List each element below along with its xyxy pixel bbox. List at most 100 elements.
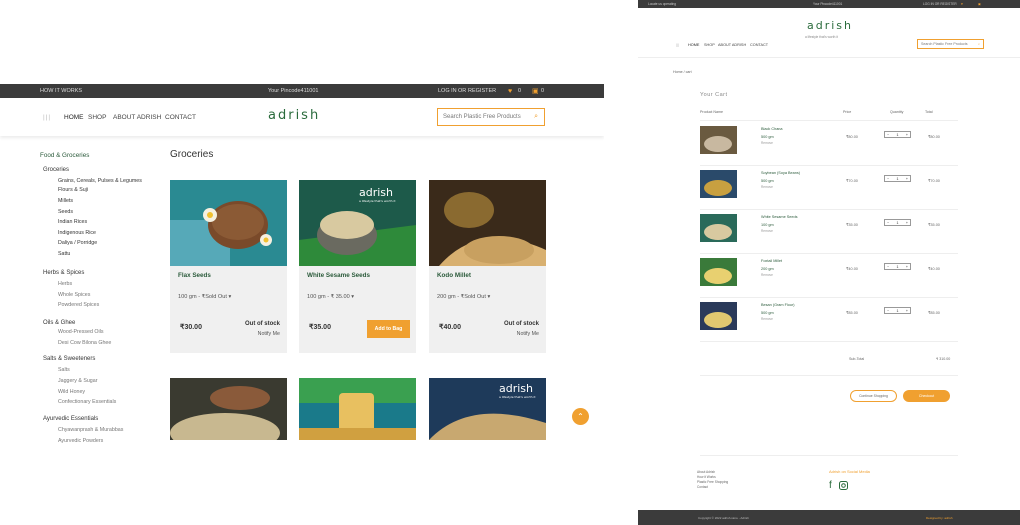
flax-seeds-image[interactable] (170, 180, 287, 266)
quantity-value[interactable]: 1 (897, 265, 899, 269)
menu-icon[interactable]: ||| (676, 43, 679, 47)
nav-shop[interactable]: SHOP (704, 43, 715, 47)
minus-icon[interactable]: − (887, 133, 889, 137)
sidebar-item[interactable]: Oils & Ghee (43, 320, 75, 326)
search-input[interactable]: Search Plastic Free Products ⌕ (437, 108, 545, 126)
notify-me-link[interactable]: Notify Me (517, 331, 539, 337)
remove-link[interactable]: Remove (761, 229, 773, 233)
search-icon[interactable]: ⌕ (978, 42, 980, 46)
nav-contact[interactable]: CONTACT (165, 114, 196, 121)
white-sesame-image[interactable]: adrish a lifestyle that's worth it (299, 180, 416, 266)
cart-product-name[interactable]: White Sesame Seeds (761, 215, 798, 220)
quantity-value[interactable]: 1 (897, 309, 899, 313)
sidebar-item[interactable]: Millets (58, 198, 73, 204)
scroll-to-top-button[interactable]: ⌃ (572, 408, 589, 425)
quantity-stepper[interactable]: − 1 + (884, 219, 911, 226)
heart-icon[interactable]: ♥ (508, 88, 512, 95)
bag-icon[interactable]: ▣ (978, 2, 981, 6)
sidebar-item[interactable]: Indigenous Rice (58, 230, 96, 236)
sidebar-item[interactable]: Indian Rices (58, 219, 87, 225)
search-icon[interactable]: ⌕ (534, 113, 538, 121)
plus-icon[interactable]: + (906, 133, 908, 137)
sidebar-item[interactable]: Desi Cow Bilona Ghee (58, 340, 111, 346)
sidebar-item[interactable]: Daliya / Porridge (58, 240, 97, 246)
sidebar-item[interactable]: Wild Honey (58, 389, 85, 395)
login-register-link[interactable]: LOG IN OR REGISTER (923, 2, 957, 6)
sidebar-item[interactable]: Jaggery & Sugar (58, 378, 97, 384)
product-image[interactable]: adrish a lifestyle that's worth it (429, 378, 546, 440)
plus-icon[interactable]: + (906, 177, 908, 181)
continue-shopping-button[interactable]: Continue Shopping (850, 390, 897, 402)
product-name[interactable]: Kodo Millet (437, 272, 471, 279)
quantity-stepper[interactable]: − 1 + (884, 175, 911, 182)
breadcrumb[interactable]: Home / cart (673, 70, 692, 74)
remove-link[interactable]: Remove (761, 273, 773, 277)
sidebar-item[interactable]: Salts (58, 367, 70, 373)
product-thumbnail[interactable] (700, 170, 737, 198)
sidebar-item[interactable]: Flours & Suji (58, 187, 88, 193)
sidebar-item[interactable]: Wood-Pressed Oils (58, 329, 104, 335)
remove-link[interactable]: Remove (761, 317, 773, 321)
variant-select[interactable]: 100 gm - ₹Sold Out ▾ (178, 294, 231, 300)
minus-icon[interactable]: − (887, 177, 889, 181)
sidebar-item[interactable]: Confectionary Essentials (58, 399, 116, 405)
sidebar-item[interactable]: Herbs & Spices (43, 270, 84, 276)
product-card[interactable]: adrish a lifestyle that's worth it White… (299, 180, 416, 353)
heart-icon[interactable]: ♥ (961, 2, 963, 6)
notify-me-link[interactable]: Notify Me (258, 331, 280, 337)
menu-icon[interactable]: ||| (43, 114, 51, 121)
quantity-value[interactable]: 1 (897, 221, 899, 225)
register-link[interactable]: REGISTER (468, 88, 496, 94)
sidebar-item[interactable]: Powdered Spices (58, 302, 99, 308)
product-image[interactable] (170, 378, 287, 440)
locate-text[interactable]: Locate us operating (648, 2, 676, 6)
product-thumbnail[interactable] (700, 126, 737, 154)
product-thumbnail[interactable] (700, 302, 737, 330)
nav-about[interactable]: ABOUT ADRISH (113, 114, 161, 121)
quantity-value[interactable]: 1 (897, 177, 899, 181)
search-input[interactable]: Search Plastic Free Products ⌕ (917, 39, 984, 49)
site-logo[interactable]: adrish (268, 108, 320, 123)
sidebar-item[interactable]: Whole Spices (58, 292, 90, 298)
quantity-value[interactable]: 1 (897, 133, 899, 137)
checkout-button[interactable]: Checkout (903, 390, 950, 402)
product-card[interactable]: Kodo Millet 200 gm - ₹Sold Out ▾ ₹40.00 … (429, 180, 546, 353)
product-card[interactable]: Flax Seeds 100 gm - ₹Sold Out ▾ ₹30.00 O… (170, 180, 287, 353)
footer-link[interactable]: Contact (697, 485, 728, 490)
variant-select[interactable]: 200 gm - ₹Sold Out ▾ (437, 294, 490, 300)
variant-select[interactable]: 100 gm - ₹ 35.00 ▾ (307, 294, 354, 300)
product-name[interactable]: White Sesame Seeds (307, 272, 370, 279)
product-thumbnail[interactable] (700, 258, 737, 286)
nav-home[interactable]: HOME (64, 114, 84, 121)
sidebar-item[interactable]: Groceries (43, 167, 69, 173)
nav-shop[interactable]: SHOP (88, 114, 106, 121)
kodo-millet-image[interactable] (429, 180, 546, 266)
facebook-icon[interactable]: f (829, 480, 832, 491)
quantity-stepper[interactable]: − 1 + (884, 131, 911, 138)
sidebar-root[interactable]: Food & Groceries (40, 152, 89, 159)
add-to-bag-button[interactable]: Add to Bag (367, 320, 410, 338)
cart-product-name[interactable]: Foxtail Millet (761, 259, 782, 264)
quantity-stepper[interactable]: − 1 + (884, 307, 911, 314)
plus-icon[interactable]: + (906, 309, 908, 313)
product-name[interactable]: Flax Seeds (178, 272, 211, 279)
sidebar-item[interactable]: Sattu (58, 251, 70, 257)
bag-icon[interactable]: ▣ (532, 87, 539, 95)
remove-link[interactable]: Remove (761, 185, 773, 189)
how-it-works-link[interactable]: HOW IT WORKS (40, 88, 82, 94)
minus-icon[interactable]: − (887, 265, 889, 269)
instagram-icon[interactable] (839, 481, 848, 490)
cart-product-name[interactable]: Black Chana (761, 127, 783, 132)
nav-home[interactable]: HOME (688, 43, 699, 47)
site-logo[interactable]: adrish (807, 19, 853, 32)
nav-about[interactable]: ABOUT ADRISH (718, 43, 746, 47)
quantity-stepper[interactable]: − 1 + (884, 263, 911, 270)
minus-icon[interactable]: − (887, 309, 889, 313)
credit-text[interactable]: Designed by: adrish (926, 516, 953, 520)
minus-icon[interactable]: − (887, 221, 889, 225)
cart-product-name[interactable]: Besan (Gram Flour) (761, 303, 795, 308)
sidebar-item[interactable]: Grains, Cereals, Pulses & Legumes (58, 178, 142, 184)
sidebar-item[interactable]: Salts & Sweeteners (43, 356, 95, 362)
pincode-text[interactable]: Your Pincode411001 (268, 88, 318, 94)
login-link[interactable]: LOG IN (438, 88, 457, 94)
